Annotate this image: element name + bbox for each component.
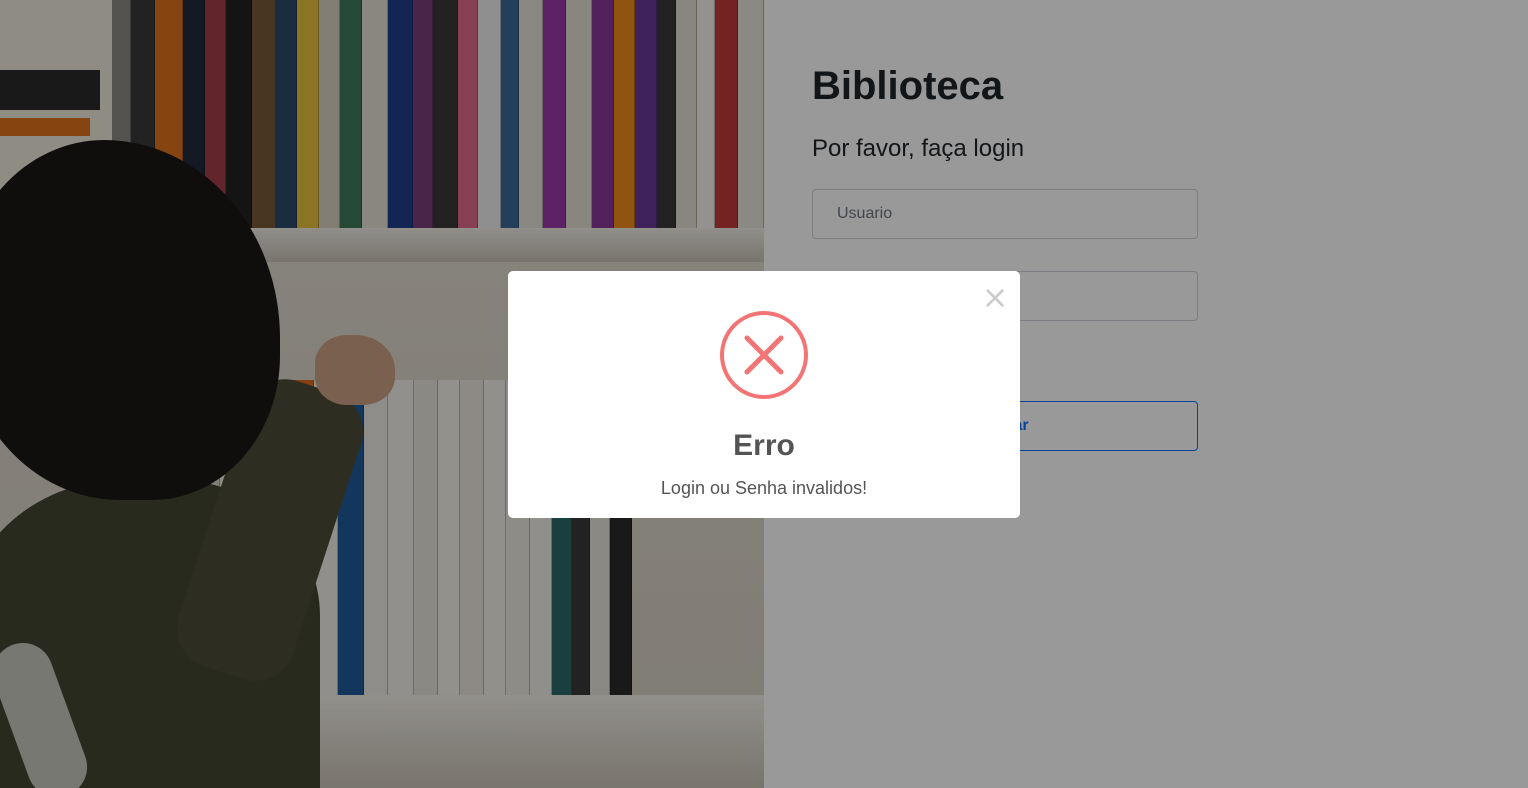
error-dialog: × Erro Login ou Senha invalidos! — [508, 271, 1020, 518]
dialog-title: Erro — [733, 429, 795, 462]
close-icon[interactable]: × — [980, 279, 1010, 315]
dialog-message: Login ou Senha invalidos! — [660, 478, 868, 498]
login-page: Biblioteca Por favor, faça login Entrar … — [0, 0, 1528, 788]
error-x-circle-icon — [720, 311, 808, 399]
